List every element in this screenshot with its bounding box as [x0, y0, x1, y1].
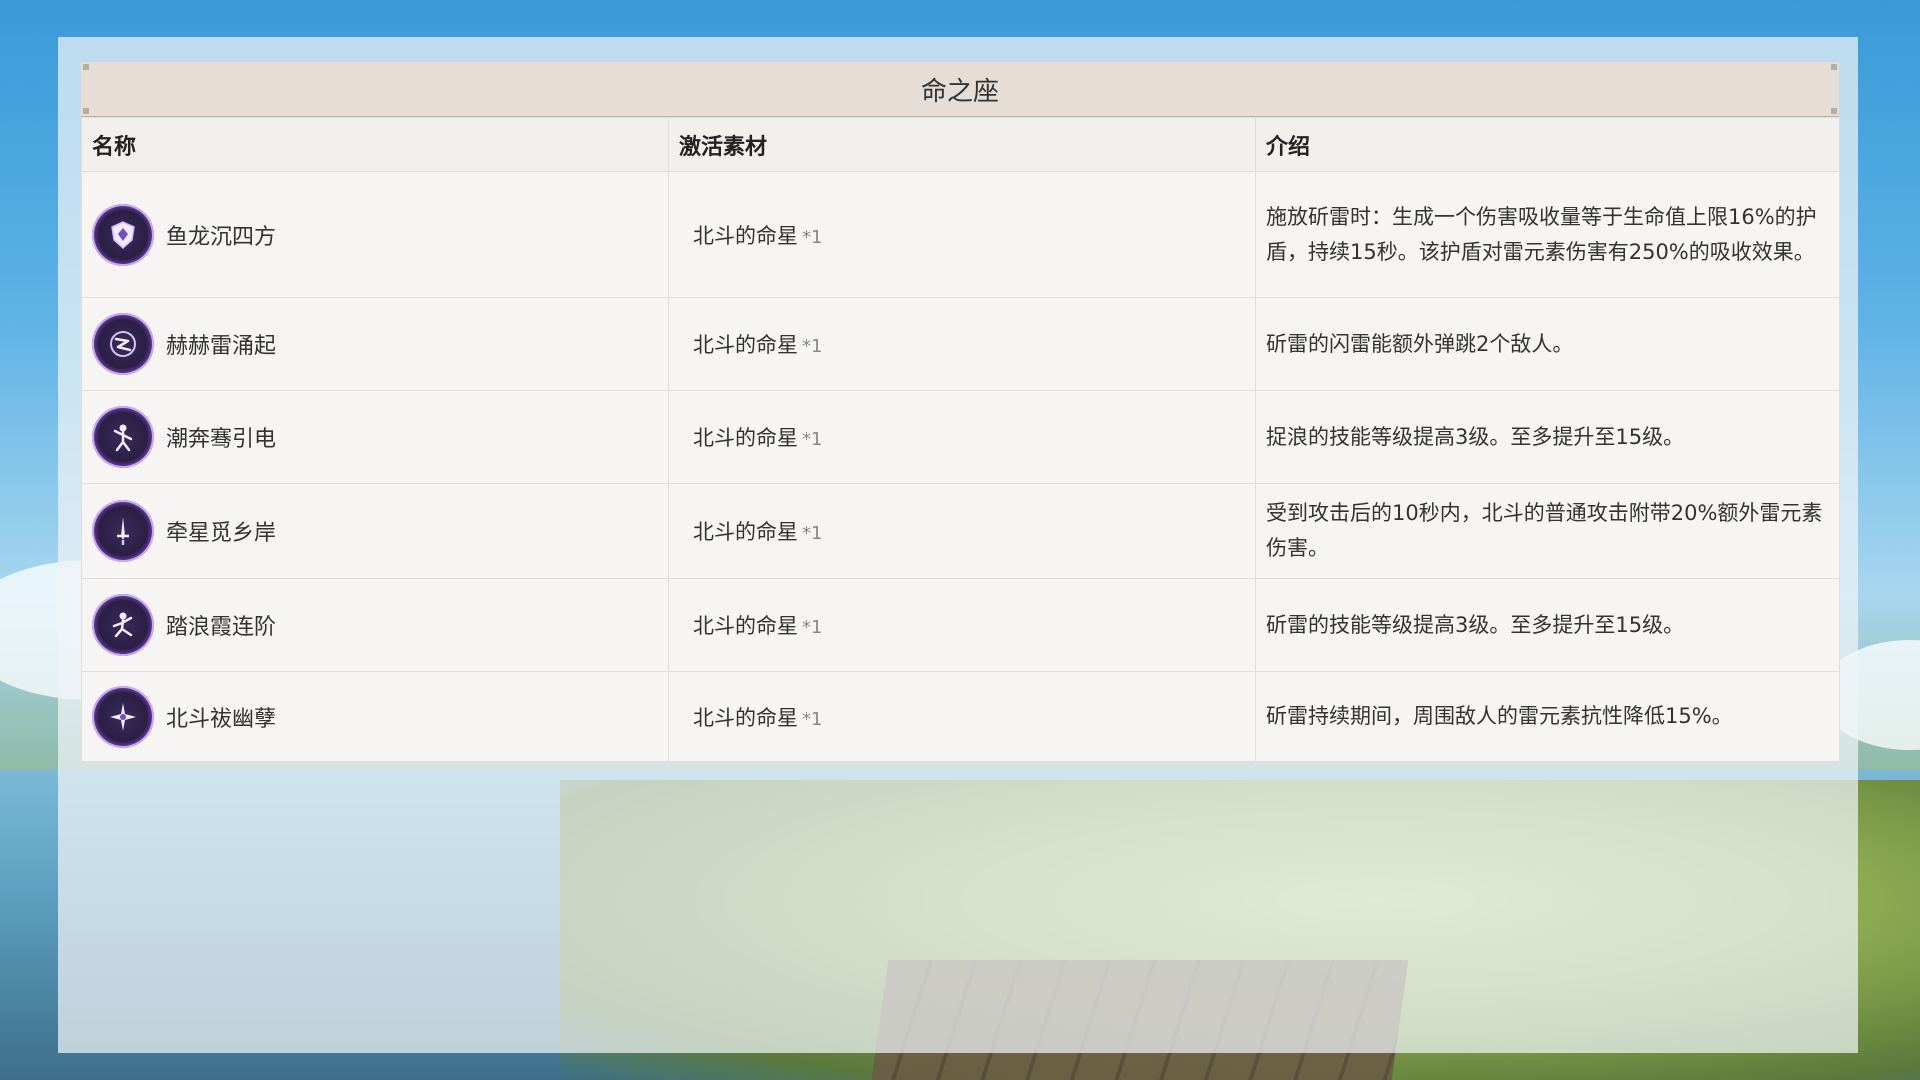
material-link[interactable]: 北斗的命星	[693, 333, 798, 357]
table-row: 赫赫雷涌起 北斗的命星 *1 斫雷的闪雷能额外弹跳2个敌人。	[81, 297, 1840, 391]
name-cell: 北斗祓幽孽	[81, 671, 669, 762]
constellation-name[interactable]: 赫赫雷涌起	[166, 328, 276, 360]
constellation-description: 斫雷持续期间，周围敌人的雷元素抗性降低15%。	[1266, 704, 1733, 728]
constellation-description: 斫雷的闪雷能额外弹跳2个敌人。	[1266, 331, 1574, 356]
table-row: 鱼龙沉四方 北斗的命星 *1 施放斫雷时：生成一个伤害吸收量等于生命值上限16%的…	[81, 171, 1840, 298]
column-header-name: 名称	[81, 117, 669, 172]
material-cell: 北斗的命星 *1	[668, 578, 1256, 672]
description-cell: 斫雷持续期间，周围敌人的雷元素抗性降低15%。	[1255, 671, 1840, 762]
table-header-row: 名称 激活素材 介绍	[81, 117, 1840, 172]
constellation-description: 受到攻击后的10秒内，北斗的普通攻击附带20%额外雷元素伤害。	[1266, 501, 1823, 560]
shield-constellation-icon[interactable]	[92, 203, 154, 266]
constellation-table-container: 命之座 名称 激活素材 介绍 鱼龙沉四方 北斗的命星 *1 施放斫雷时：生成一个…	[81, 62, 1840, 762]
material-cell: 北斗的命星 *1	[668, 483, 1256, 579]
dancer-constellation-icon[interactable]	[92, 594, 154, 656]
material-count: *1	[802, 429, 823, 450]
name-cell: 鱼龙沉四方	[81, 171, 669, 298]
material-cell: 北斗的命星 *1	[668, 671, 1256, 762]
constellation-name[interactable]: 北斗祓幽孽	[166, 701, 276, 733]
corner-decoration	[1831, 108, 1837, 114]
table-title: 命之座	[920, 76, 999, 107]
constellation-description: 捉浪的技能等级提高3级。至多提升至15级。	[1266, 424, 1685, 449]
material-cell: 北斗的命星 *1	[668, 390, 1256, 484]
material-count: *1	[802, 336, 823, 357]
constellation-name[interactable]: 牵星觅乡岸	[166, 515, 276, 547]
table-title-bar: 命之座	[81, 62, 1839, 117]
name-cell: 踏浪霞连阶	[81, 578, 669, 672]
material-count: *1	[802, 617, 823, 638]
column-header-material: 激活素材	[668, 117, 1256, 172]
figure-constellation-icon[interactable]	[92, 406, 154, 468]
name-cell: 赫赫雷涌起	[81, 297, 669, 391]
sword-constellation-icon[interactable]	[92, 500, 154, 562]
material-count: *1	[802, 708, 823, 730]
constellation-name[interactable]: 潮奔骞引电	[166, 421, 276, 453]
material-cell: 北斗的命星 *1	[668, 297, 1256, 391]
description-cell: 施放斫雷时：生成一个伤害吸收量等于生命值上限16%的护盾，持续15秒。该护盾对雷…	[1255, 171, 1840, 298]
material-link[interactable]: 北斗的命星	[693, 224, 798, 248]
description-cell: 受到攻击后的10秒内，北斗的普通攻击附带20%额外雷元素伤害。	[1255, 483, 1840, 579]
material-link[interactable]: 北斗的命星	[693, 614, 798, 638]
constellation-description: 斫雷的技能等级提高3级。至多提升至15级。	[1266, 612, 1685, 637]
column-header-description: 介绍	[1255, 117, 1840, 172]
constellation-name[interactable]: 鱼龙沉四方	[166, 219, 276, 251]
description-cell: 斫雷的技能等级提高3级。至多提升至15级。	[1255, 578, 1840, 672]
description-cell: 斫雷的闪雷能额外弹跳2个敌人。	[1255, 297, 1840, 391]
material-link[interactable]: 北斗的命星	[693, 520, 798, 544]
star-burst-constellation-icon[interactable]	[92, 685, 154, 748]
name-cell: 牵星觅乡岸	[81, 483, 669, 579]
material-cell: 北斗的命星 *1	[668, 171, 1256, 298]
table-row: 踏浪霞连阶 北斗的命星 *1 斫雷的技能等级提高3级。至多提升至15级。	[81, 578, 1840, 672]
constellation-name[interactable]: 踏浪霞连阶	[166, 609, 276, 641]
material-count: *1	[802, 226, 823, 248]
corner-decoration	[83, 64, 89, 70]
corner-decoration	[83, 108, 89, 114]
name-cell: 潮奔骞引电	[81, 390, 669, 484]
material-link[interactable]: 北斗的命星	[693, 426, 798, 450]
lightning-bounce-constellation-icon[interactable]	[92, 313, 154, 375]
table-row: 牵星觅乡岸 北斗的命星 *1 受到攻击后的10秒内，北斗的普通攻击附带20%额外雷…	[81, 483, 1840, 579]
material-link[interactable]: 北斗的命星	[693, 706, 798, 730]
material-count: *1	[802, 523, 823, 544]
constellation-description: 施放斫雷时：生成一个伤害吸收量等于生命值上限16%的护盾，持续15秒。该护盾对雷…	[1266, 204, 1817, 264]
constellation-table: 名称 激活素材 介绍 鱼龙沉四方 北斗的命星 *1 施放斫雷时：生成一个伤害吸收…	[81, 117, 1840, 762]
table-row: 潮奔骞引电 北斗的命星 *1 捉浪的技能等级提高3级。至多提升至15级。	[81, 390, 1840, 484]
table-row: 北斗祓幽孽 北斗的命星 *1 斫雷持续期间，周围敌人的雷元素抗性降低15%。	[81, 671, 1840, 762]
description-cell: 捉浪的技能等级提高3级。至多提升至15级。	[1255, 390, 1840, 484]
corner-decoration	[1831, 64, 1837, 70]
